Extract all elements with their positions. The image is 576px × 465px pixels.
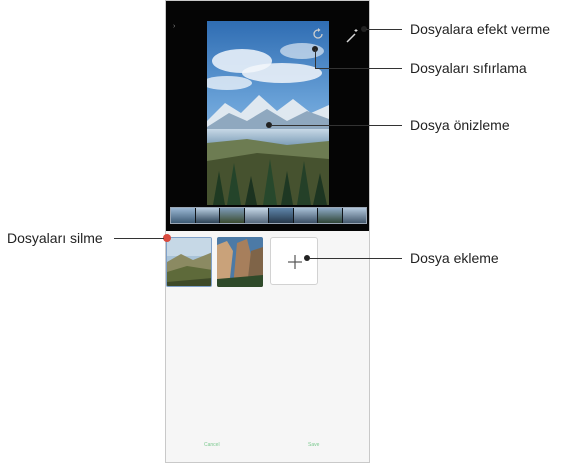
preview-landscape-image bbox=[207, 21, 329, 205]
timeline-frame bbox=[244, 208, 269, 223]
file-preview[interactable] bbox=[207, 21, 329, 205]
add-callout-label: Dosya ekleme bbox=[410, 250, 499, 266]
delete-leader-line bbox=[114, 238, 164, 239]
timeline-frame bbox=[293, 208, 318, 223]
file-thumbnail[interactable] bbox=[166, 237, 212, 287]
delete-callout-label: Dosyaları silme bbox=[7, 230, 103, 246]
reset-icon bbox=[313, 28, 323, 39]
thumbnail-image bbox=[217, 237, 263, 287]
timeline-frame bbox=[269, 208, 294, 223]
phone-screen: › Cancel Save bbox=[165, 0, 370, 463]
timeline-frame bbox=[220, 208, 245, 223]
delete-file-badge[interactable] bbox=[163, 234, 171, 242]
reset-leader-line bbox=[315, 68, 402, 69]
editor-area: › bbox=[166, 1, 369, 231]
thumbnail-image bbox=[167, 238, 211, 286]
timeline-frame bbox=[318, 208, 343, 223]
add-leader-line bbox=[309, 258, 402, 259]
illustration-canvas: › Cancel Save Dosyalara efekt verme Dosy… bbox=[0, 0, 576, 465]
header-breadcrumb: › bbox=[168, 23, 180, 30]
plus-icon bbox=[288, 255, 302, 269]
save-button[interactable]: Save bbox=[308, 442, 319, 448]
timeline-strip[interactable] bbox=[170, 207, 367, 224]
effects-leader-line bbox=[366, 29, 402, 30]
preview-callout-label: Dosya önizleme bbox=[410, 117, 510, 133]
effects-callout-label: Dosyalara efekt verme bbox=[410, 21, 551, 37]
file-list-area: Cancel Save bbox=[166, 231, 369, 462]
file-thumbnail[interactable] bbox=[217, 237, 263, 287]
timeline-frame bbox=[195, 208, 220, 223]
reset-button[interactable] bbox=[310, 26, 326, 42]
reset-leader-vertical bbox=[315, 49, 316, 68]
cancel-button[interactable]: Cancel bbox=[204, 442, 220, 448]
chevron-right-icon: › bbox=[173, 23, 176, 30]
timeline-frame bbox=[171, 208, 196, 223]
preview-leader-line bbox=[271, 125, 402, 126]
reset-callout-label: Dosyaları sıfırlama bbox=[410, 60, 527, 76]
timeline-frame bbox=[342, 208, 366, 223]
add-file-button[interactable] bbox=[270, 237, 318, 285]
